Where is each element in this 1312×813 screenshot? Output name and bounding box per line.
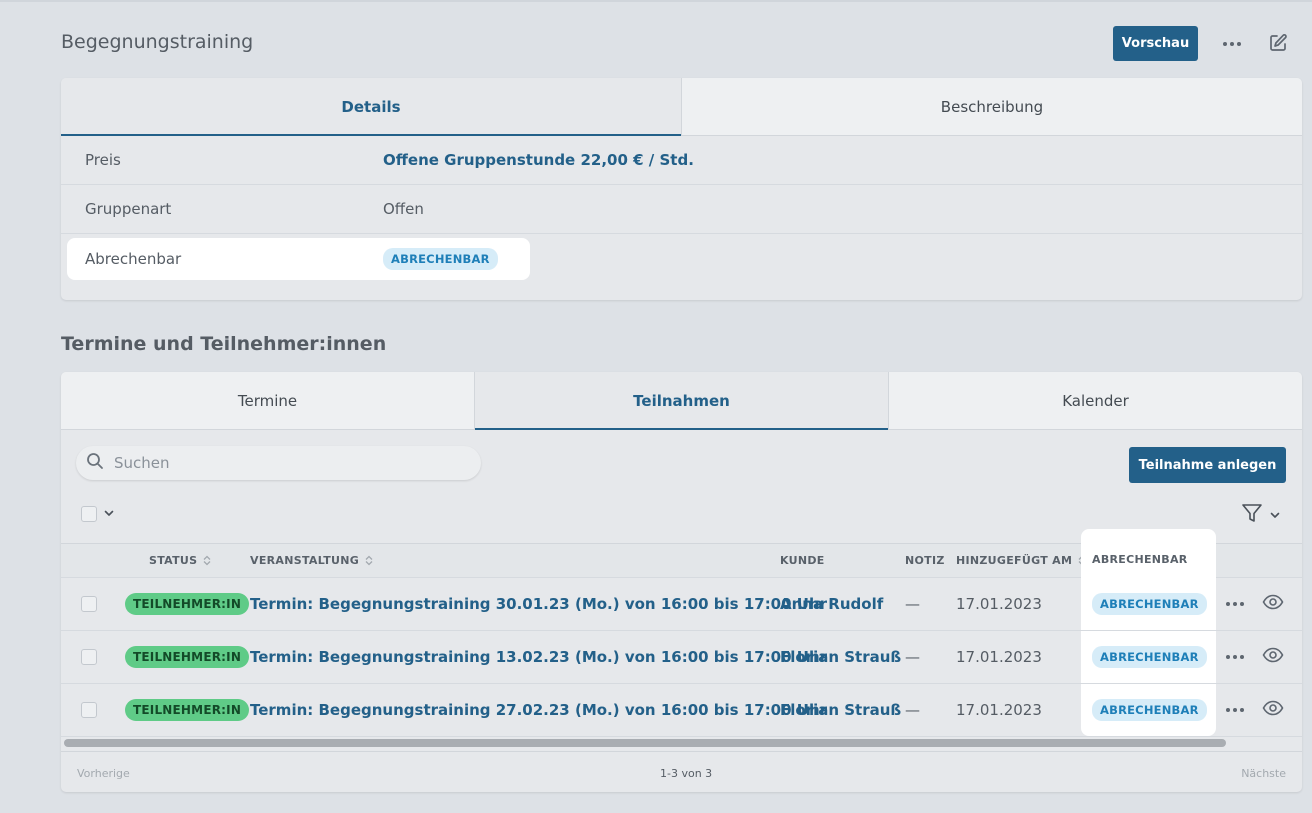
table-row[interactable]: TEILNEHMER:IN Termin: Begegnungstraining… [61, 631, 1302, 684]
event-link[interactable]: Termin: Begegnungstraining 27.02.23 (Mo.… [250, 701, 827, 719]
table-row[interactable]: TEILNEHMER:IN Termin: Begegnungstraining… [61, 578, 1302, 631]
event-link[interactable]: Termin: Begegnungstraining 13.02.23 (Mo.… [250, 648, 827, 666]
row-more-icon[interactable] [1226, 655, 1244, 659]
column-header-event[interactable]: VERANSTALTUNG [250, 554, 373, 567]
column-status-label: STATUS [149, 554, 198, 567]
horizontal-scrollbar[interactable] [64, 739, 1226, 747]
tab-description[interactable]: Beschreibung [682, 78, 1302, 135]
note-cell: — [905, 701, 920, 719]
row-checkbox[interactable] [81, 649, 97, 665]
row-checkbox[interactable] [81, 596, 97, 612]
group-type-label: Gruppenart [85, 200, 172, 218]
added-date-cell: 17.01.2023 [956, 595, 1042, 613]
participants-tabs: Termine Teilnahmen Kalender [61, 372, 1302, 430]
detail-row-price: Preis Offene Gruppenstunde 22,00 € / Std… [61, 136, 1302, 185]
billable-badge: ABRECHENBAR [1092, 646, 1207, 668]
details-card: Details Beschreibung Preis Offene Gruppe… [61, 78, 1302, 300]
filter-control[interactable] [1241, 502, 1281, 528]
search-icon [86, 452, 104, 474]
price-value-link[interactable]: Offene Gruppenstunde 22,00 € / Std. [383, 151, 694, 169]
added-date-cell: 17.01.2023 [956, 648, 1042, 666]
group-type-value: Offen [383, 200, 424, 218]
tab-appointments[interactable]: Termine [61, 372, 475, 429]
participations-table: STATUS VERANSTALTUNG KUNDE NOTIZ HINZUGE… [61, 529, 1302, 737]
status-badge: TEILNEHMER:IN [125, 593, 250, 615]
customer-link[interactable]: Florian Strauß [780, 648, 901, 666]
page-title: Begegnungstraining [61, 31, 254, 53]
billable-label: Abrechenbar [85, 249, 182, 268]
tab-participations[interactable]: Teilnahmen [475, 372, 889, 430]
sort-icon[interactable] [203, 555, 211, 566]
customer-link[interactable]: Florian Strauß [780, 701, 901, 719]
column-header-customer: KUNDE [780, 554, 825, 567]
chevron-down-icon[interactable] [1269, 506, 1281, 525]
detail-row-group-type: Gruppenart Offen [61, 185, 1302, 234]
tab-details[interactable]: Details [61, 78, 682, 136]
table-row[interactable]: TEILNEHMER:IN Termin: Begegnungstraining… [61, 684, 1302, 737]
billable-badge: ABRECHENBAR [1092, 699, 1207, 721]
pagination: Vorherige 1-3 von 3 Nächste [61, 751, 1302, 792]
pagination-count: 1-3 von 3 [660, 767, 713, 780]
participants-card: Termine Teilnahmen Kalender Teilnahme an… [61, 372, 1302, 792]
note-cell: — [905, 648, 920, 666]
detail-row-billable: Abrechenbar ABRECHENBAR [61, 234, 1302, 283]
section-title: Termine und Teilnehmer:innen [61, 333, 387, 355]
status-badge: TEILNEHMER:IN [125, 646, 250, 668]
status-badge: TEILNEHMER:IN [125, 699, 250, 721]
note-cell: — [905, 595, 920, 613]
event-link[interactable]: Termin: Begegnungstraining 30.01.23 (Mo.… [250, 595, 827, 613]
billable-value: ABRECHENBAR [383, 247, 498, 270]
search-input[interactable] [114, 454, 454, 472]
select-all-control[interactable] [81, 504, 115, 523]
next-page-button[interactable]: Nächste [1241, 767, 1286, 780]
top-divider [0, 0, 1312, 2]
added-date-cell: 17.01.2023 [956, 701, 1042, 719]
billable-badge: ABRECHENBAR [1092, 593, 1207, 615]
customer-link[interactable]: Anna Rudolf [780, 595, 883, 613]
column-header-status[interactable]: STATUS [149, 554, 211, 567]
sort-icon[interactable] [365, 555, 373, 566]
previous-page-button[interactable]: Vorherige [77, 767, 130, 780]
preview-button[interactable]: Vorschau [1113, 26, 1198, 61]
select-all-checkbox[interactable] [81, 505, 97, 522]
column-added-label: HINZUGEFÜGT AM [956, 554, 1073, 567]
column-header-billable: ABRECHENBAR [1092, 553, 1188, 566]
billable-badge: ABRECHENBAR [383, 247, 498, 270]
edit-icon[interactable] [1268, 33, 1288, 53]
tab-calendar[interactable]: Kalender [889, 372, 1302, 429]
row-checkbox[interactable] [81, 702, 97, 718]
details-tabs: Details Beschreibung [61, 78, 1302, 136]
search-field[interactable] [76, 446, 481, 480]
price-label: Preis [85, 151, 121, 169]
chevron-down-icon[interactable] [103, 504, 115, 523]
column-header-added[interactable]: HINZUGEFÜGT AM [956, 554, 1086, 567]
eye-icon[interactable] [1262, 594, 1284, 614]
row-more-icon[interactable] [1226, 708, 1244, 712]
eye-icon[interactable] [1262, 700, 1284, 720]
eye-icon[interactable] [1262, 647, 1284, 667]
filter-icon[interactable] [1241, 502, 1263, 528]
row-more-icon[interactable] [1226, 602, 1244, 606]
add-participation-button[interactable]: Teilnahme anlegen [1129, 447, 1286, 483]
more-options-icon[interactable] [1220, 36, 1244, 52]
column-event-label: VERANSTALTUNG [250, 554, 360, 567]
column-header-note: NOTIZ [905, 554, 945, 567]
